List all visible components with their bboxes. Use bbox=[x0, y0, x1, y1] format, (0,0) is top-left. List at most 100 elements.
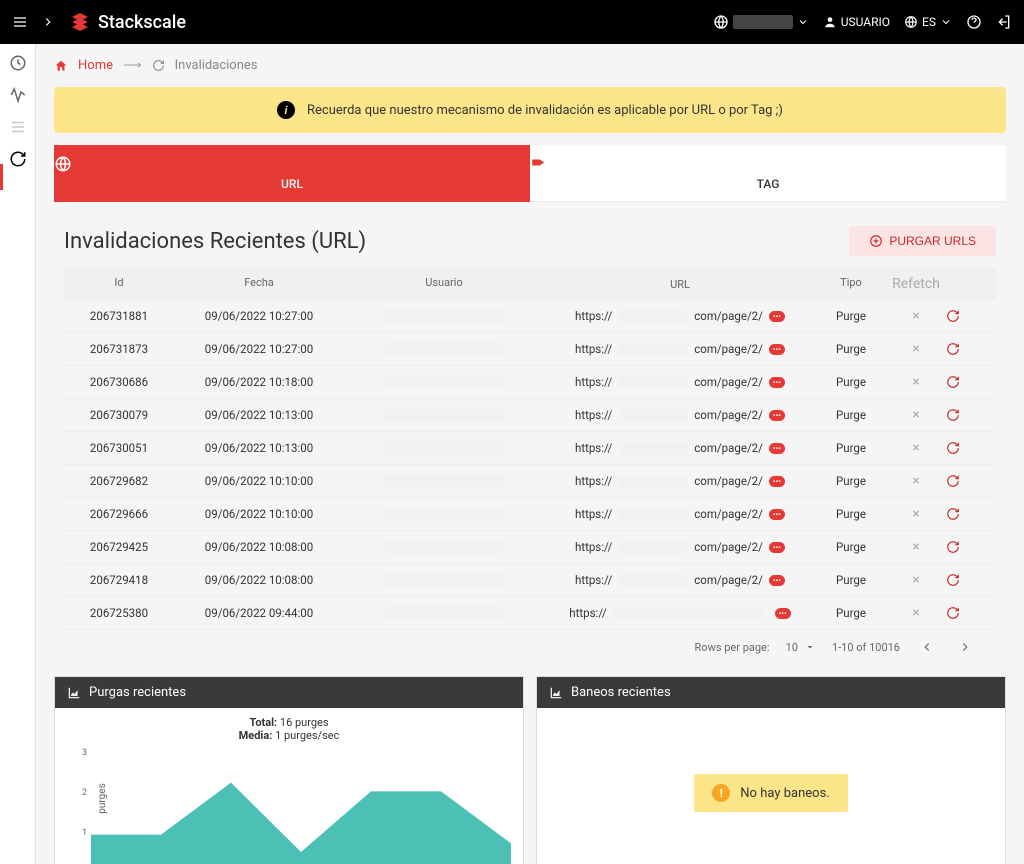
tab-tag[interactable]: TAG bbox=[530, 145, 1006, 202]
cell-type: Purge bbox=[816, 507, 886, 521]
cell-id: 206729425 bbox=[64, 540, 174, 554]
cell-type: Purge bbox=[816, 309, 886, 323]
cell-date: 09/06/2022 10:08:00 bbox=[174, 540, 344, 554]
url-badge[interactable]: ••• bbox=[769, 542, 785, 553]
prev-page[interactable] bbox=[916, 640, 938, 654]
cell-type: Purge bbox=[816, 408, 886, 422]
org-redacted bbox=[733, 15, 793, 29]
tabs: URL TAG bbox=[54, 145, 1006, 202]
cell-user bbox=[344, 408, 544, 422]
cell-user bbox=[344, 573, 544, 587]
page-range: 1-10 of 10016 bbox=[832, 641, 900, 654]
org-selector[interactable] bbox=[713, 14, 809, 30]
col-id: Id bbox=[64, 276, 174, 292]
cell-user bbox=[344, 375, 544, 389]
table-row: 20672941809/06/2022 10:08:00https://com/… bbox=[64, 564, 996, 597]
col-url: URL bbox=[544, 276, 816, 292]
url-badge[interactable]: ••• bbox=[769, 410, 785, 421]
next-page[interactable] bbox=[954, 640, 976, 654]
col-action bbox=[946, 276, 996, 292]
cell-id: 206730686 bbox=[64, 375, 174, 389]
table-row: 20673007909/06/2022 10:13:00https://com/… bbox=[64, 399, 996, 432]
lang-selector[interactable]: ES bbox=[904, 15, 952, 29]
purge-urls-button[interactable]: PURGAR URLS bbox=[849, 226, 996, 256]
row-refresh-button[interactable] bbox=[946, 375, 996, 389]
sidebar-indicator bbox=[0, 164, 3, 190]
cell-user bbox=[344, 540, 544, 554]
cell-id: 206731873 bbox=[64, 342, 174, 356]
cell-id: 206731881 bbox=[64, 309, 174, 323]
breadcrumb-home[interactable]: Home bbox=[78, 58, 113, 73]
tab-url-label: URL bbox=[281, 177, 303, 191]
help-icon[interactable] bbox=[966, 14, 982, 30]
chevron-right-icon[interactable] bbox=[40, 14, 56, 30]
table-row: 20672968209/06/2022 10:10:00https://com/… bbox=[64, 465, 996, 498]
exit-icon[interactable] bbox=[996, 14, 1012, 30]
row-refresh-button[interactable] bbox=[946, 474, 996, 488]
tab-url[interactable]: URL bbox=[54, 145, 530, 202]
row-refresh-button[interactable] bbox=[946, 342, 996, 356]
refresh-icon-small bbox=[152, 59, 165, 72]
clock-icon[interactable] bbox=[9, 54, 27, 72]
rpp-label: Rows per page: bbox=[695, 641, 770, 654]
row-refresh-button[interactable] bbox=[946, 408, 996, 422]
cell-user bbox=[344, 606, 544, 620]
url-badge[interactable]: ••• bbox=[769, 575, 785, 586]
col-refetch: Refetch bbox=[886, 276, 946, 292]
url-badge[interactable]: ••• bbox=[769, 377, 785, 388]
row-refresh-button[interactable] bbox=[946, 540, 996, 554]
invalidations-table: Id Fecha Usuario URL Tipo Refetch 206731… bbox=[64, 268, 996, 630]
url-badge[interactable]: ••• bbox=[769, 509, 785, 520]
purgas-header: Purgas recientes bbox=[55, 677, 523, 708]
pagination: Rows per page: 10 1-10 of 10016 bbox=[64, 630, 996, 664]
activity-icon[interactable] bbox=[9, 86, 27, 104]
banner-text: Recuerda que nuestro mecanismo de invali… bbox=[307, 103, 783, 118]
warn-icon: ! bbox=[712, 784, 730, 802]
row-refresh-button[interactable] bbox=[946, 309, 996, 323]
cell-id: 206729666 bbox=[64, 507, 174, 521]
main: Home ⟶ Invalidaciones i Recuerda que nue… bbox=[36, 44, 1024, 864]
hamburger-icon[interactable] bbox=[12, 14, 28, 30]
cell-date: 09/06/2022 10:13:00 bbox=[174, 408, 344, 422]
brand-logo[interactable]: Stackscale bbox=[68, 10, 186, 34]
no-baneos-text: No hay baneos. bbox=[740, 786, 829, 801]
cell-date: 09/06/2022 10:10:00 bbox=[174, 507, 344, 521]
cell-url: https://com/page/2/••• bbox=[544, 441, 816, 455]
tab-tag-label: TAG bbox=[757, 177, 780, 191]
cell-user bbox=[344, 441, 544, 455]
rpp-select[interactable]: 10 bbox=[786, 641, 816, 654]
user-menu[interactable]: USUARIO bbox=[823, 15, 890, 29]
globe-icon bbox=[54, 155, 530, 173]
cell-type: Purge bbox=[816, 540, 886, 554]
breadcrumb: Home ⟶ Invalidaciones bbox=[36, 44, 1024, 87]
url-badge[interactable]: ••• bbox=[769, 344, 785, 355]
refresh-icon[interactable] bbox=[9, 150, 27, 168]
breadcrumb-arrow: ⟶ bbox=[123, 58, 142, 73]
row-refresh-button[interactable] bbox=[946, 507, 996, 521]
home-icon[interactable] bbox=[54, 59, 68, 73]
url-badge[interactable]: ••• bbox=[775, 608, 791, 619]
row-refresh-button[interactable] bbox=[946, 441, 996, 455]
list-icon[interactable] bbox=[9, 118, 27, 136]
refetch-x-icon: × bbox=[886, 506, 946, 522]
url-badge[interactable]: ••• bbox=[769, 311, 785, 322]
row-refresh-button[interactable] bbox=[946, 573, 996, 587]
cell-type: Purge bbox=[816, 375, 886, 389]
info-icon: i bbox=[277, 101, 295, 119]
topbar-right: USUARIO ES bbox=[713, 14, 1012, 30]
url-badge[interactable]: ••• bbox=[769, 476, 785, 487]
tag-icon bbox=[530, 155, 1006, 173]
cell-date: 09/06/2022 10:18:00 bbox=[174, 375, 344, 389]
topbar-left: Stackscale bbox=[12, 10, 186, 34]
cell-id: 206729682 bbox=[64, 474, 174, 488]
lang-label: ES bbox=[922, 15, 936, 29]
table-row: 20673188109/06/2022 10:27:00https://com/… bbox=[64, 300, 996, 333]
col-user: Usuario bbox=[344, 276, 544, 292]
cell-date: 09/06/2022 10:08:00 bbox=[174, 573, 344, 587]
refetch-x-icon: × bbox=[886, 572, 946, 588]
cell-user bbox=[344, 342, 544, 356]
row-refresh-button[interactable] bbox=[946, 606, 996, 620]
cell-user bbox=[344, 507, 544, 521]
logo-icon bbox=[68, 10, 92, 34]
url-badge[interactable]: ••• bbox=[769, 443, 785, 454]
